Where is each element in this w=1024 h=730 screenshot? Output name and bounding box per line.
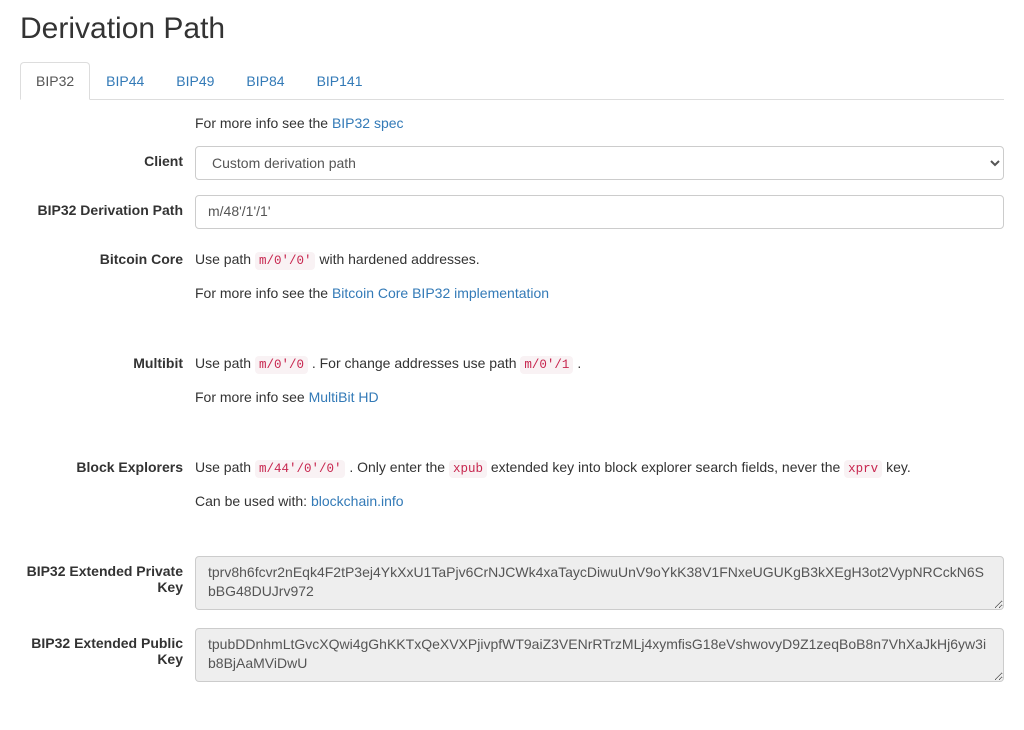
xprv-label: BIP32 Extended Private Key (20, 556, 195, 595)
intro-text: For more info see the BIP32 spec (195, 115, 1004, 131)
bitcoin-core-label: Bitcoin Core (20, 244, 195, 267)
blockchain-info-link[interactable]: blockchain.info (311, 493, 404, 509)
multibit-line1: Use path m/0'/0 . For change addresses u… (195, 348, 1004, 372)
xpub-label: BIP32 Extended Public Key (20, 628, 195, 667)
block-explorers-line1: Use path m/44'/0'/0' . Only enter the xp… (195, 452, 1004, 476)
xprv-textarea[interactable]: tprv8h6fcvr2nEqk4F2tP3ej4YkXxU1TaPjv6CrN… (195, 556, 1004, 610)
xprv-code: xprv (844, 460, 882, 478)
explorer-path-code: m/44'/0'/0' (255, 460, 346, 478)
block-explorers-line2: Can be used with: blockchain.info (195, 486, 1004, 509)
derivation-path-input[interactable] (195, 195, 1004, 229)
tab-bip44[interactable]: BIP44 (90, 62, 160, 100)
tab-bip141[interactable]: BIP141 (301, 62, 379, 100)
bitcoin-core-line2: For more info see the Bitcoin Core BIP32… (195, 278, 1004, 301)
multibit-path2-code: m/0'/1 (520, 356, 573, 374)
xpub-code: xpub (449, 460, 487, 478)
derivation-path-label: BIP32 Derivation Path (20, 195, 195, 218)
tab-bip32[interactable]: BIP32 (20, 62, 90, 100)
tab-bip49[interactable]: BIP49 (160, 62, 230, 100)
multibit-label: Multibit (20, 348, 195, 371)
multibit-path1-code: m/0'/0 (255, 356, 308, 374)
page-title: Derivation Path (20, 12, 1004, 46)
block-explorers-label: Block Explorers (20, 452, 195, 475)
bitcoin-core-link[interactable]: Bitcoin Core BIP32 implementation (332, 285, 549, 301)
derivation-tabs: BIP32 BIP44 BIP49 BIP84 BIP141 (20, 62, 1004, 100)
xpub-textarea[interactable]: tpubDDnhmLtGvcXQwi4gGhKKTxQeXVXPjivpfWT9… (195, 628, 1004, 682)
client-label: Client (20, 146, 195, 169)
client-select[interactable]: Custom derivation path (195, 146, 1004, 180)
tab-bip84[interactable]: BIP84 (230, 62, 300, 100)
multibit-line2: For more info see MultiBit HD (195, 382, 1004, 405)
bitcoin-core-line1: Use path m/0'/0' with hardened addresses… (195, 244, 1004, 268)
bip32-spec-link[interactable]: BIP32 spec (332, 115, 404, 131)
multibit-link[interactable]: MultiBit HD (309, 389, 379, 405)
bitcoin-core-path-code: m/0'/0' (255, 252, 316, 270)
